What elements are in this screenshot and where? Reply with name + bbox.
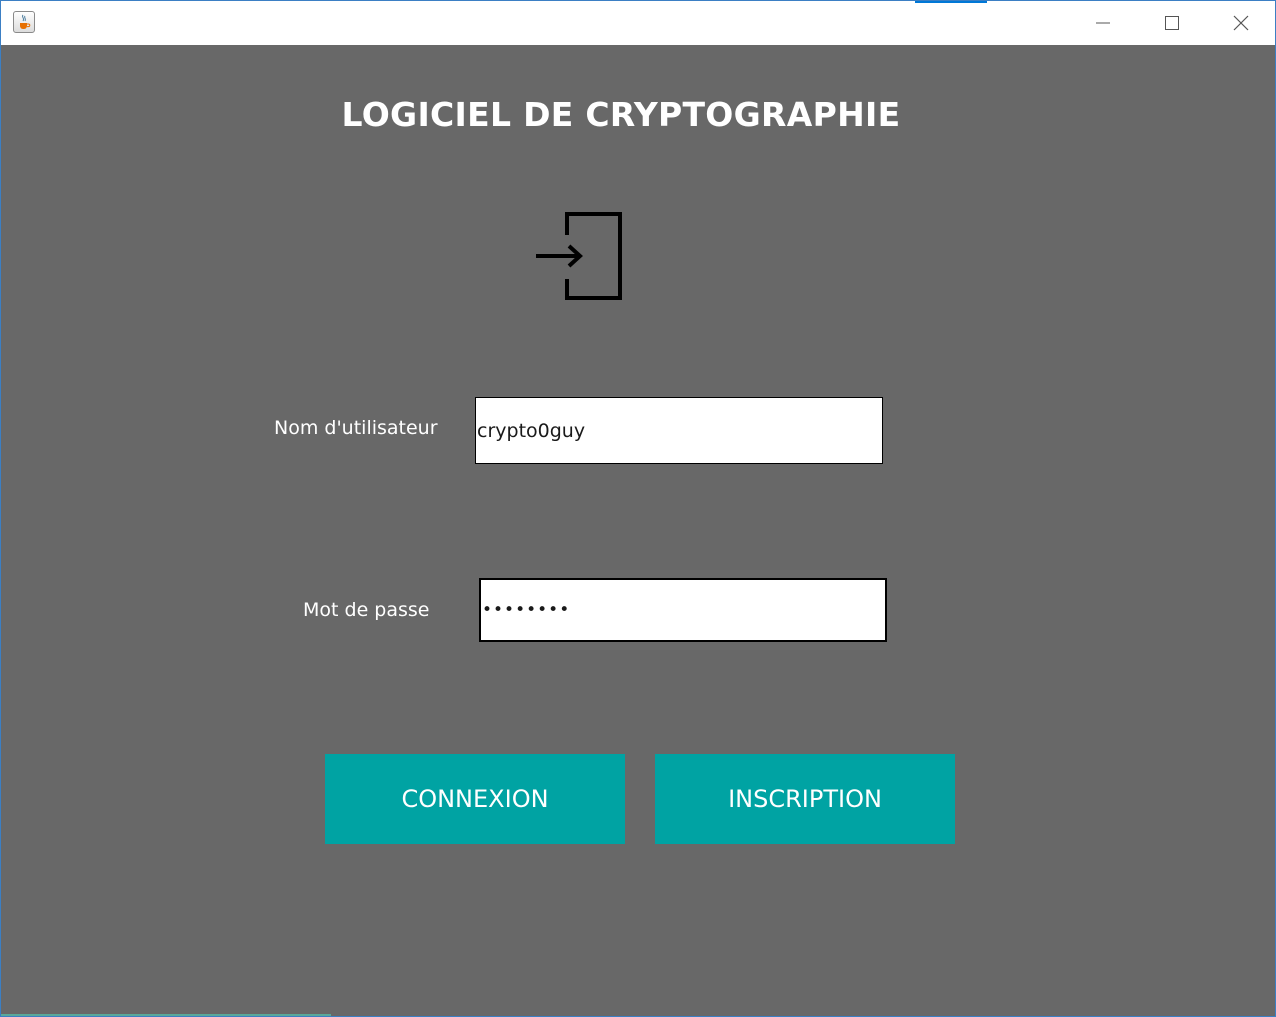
minimize-button[interactable] bbox=[1069, 1, 1137, 45]
app-window: LOGICIEL DE CRYPTOGRAPHIE Nom d'utilisat… bbox=[0, 0, 1276, 1017]
username-value: crypto0guy bbox=[477, 419, 586, 442]
login-arrow-door-icon bbox=[531, 210, 627, 302]
password-label: Mot de passe bbox=[303, 599, 430, 621]
username-input[interactable]: crypto0guy bbox=[475, 397, 883, 464]
maximize-icon bbox=[1165, 16, 1179, 30]
login-panel: LOGICIEL DE CRYPTOGRAPHIE Nom d'utilisat… bbox=[1, 45, 1275, 1016]
titlebar-accent bbox=[915, 1, 987, 3]
close-icon bbox=[1233, 15, 1249, 31]
inscription-button[interactable]: INSCRIPTION bbox=[655, 754, 955, 844]
password-value: •••••••• bbox=[482, 600, 571, 620]
password-input[interactable]: •••••••• bbox=[479, 578, 887, 642]
username-label: Nom d'utilisateur bbox=[274, 417, 438, 439]
minimize-icon bbox=[1096, 22, 1110, 24]
inscription-button-label: INSCRIPTION bbox=[728, 785, 882, 813]
page-title: LOGICIEL DE CRYPTOGRAPHIE bbox=[341, 95, 901, 134]
bottom-edge bbox=[1, 1014, 331, 1016]
close-button[interactable] bbox=[1207, 1, 1275, 45]
connexion-button-label: CONNEXION bbox=[401, 785, 549, 813]
java-cup-icon[interactable] bbox=[13, 11, 35, 33]
title-bar[interactable] bbox=[1, 1, 1275, 45]
connexion-button[interactable]: CONNEXION bbox=[325, 754, 625, 844]
maximize-button[interactable] bbox=[1138, 1, 1206, 45]
